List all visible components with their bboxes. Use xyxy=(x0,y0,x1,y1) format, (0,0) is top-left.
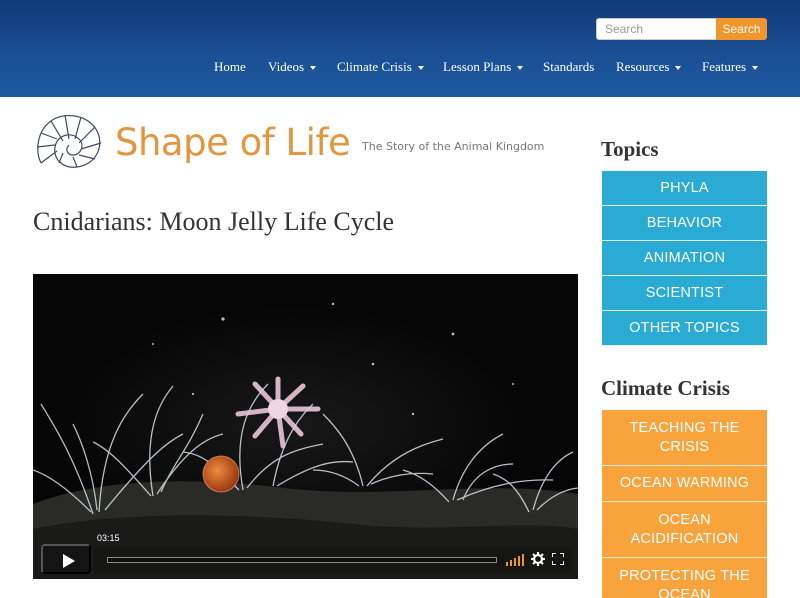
climate-ocean-warming-button[interactable]: OCEAN WARMING xyxy=(602,466,767,502)
duration-badge: 03:15 xyxy=(94,532,123,544)
settings-gear-icon[interactable] xyxy=(531,552,545,566)
page-title: Cnidarians: Moon Jelly Life Cycle xyxy=(33,207,395,236)
topics-heading: Topics xyxy=(601,137,659,161)
nav-climate-crisis[interactable]: Climate Crisis xyxy=(337,59,424,75)
topic-behavior-button[interactable]: BEHAVIOR xyxy=(602,206,767,241)
chevron-down-icon xyxy=(517,66,524,71)
search-button[interactable]: Search xyxy=(716,18,767,40)
topic-phyla-button[interactable]: PHYLA xyxy=(602,171,767,206)
search-input[interactable] xyxy=(596,18,716,40)
site-header: Search Home Videos Climate Crisis Lesson… xyxy=(0,0,800,97)
play-button[interactable] xyxy=(41,544,91,574)
chevron-down-icon xyxy=(675,66,682,71)
logo-tagline: The Story of the Animal Kingdom xyxy=(362,140,545,153)
nav-resources[interactable]: Resources xyxy=(616,59,682,75)
topic-animation-button[interactable]: ANIMATION xyxy=(602,241,767,276)
nav-label: Videos xyxy=(268,59,305,74)
topic-other-topics-button[interactable]: OTHER TOPICS xyxy=(602,311,767,346)
progress-bar[interactable] xyxy=(107,557,497,563)
search-form: Search xyxy=(596,18,767,40)
nav-videos[interactable]: Videos xyxy=(268,59,317,75)
topics-list: PHYLA BEHAVIOR ANIMATION SCIENTIST OTHER… xyxy=(602,171,767,346)
climate-protecting-the-ocean-button[interactable]: PROTECTING THE OCEAN xyxy=(602,558,767,598)
nav-label: Climate Crisis xyxy=(337,59,412,74)
site-logo[interactable]: Shape of Life The Story of the Animal Ki… xyxy=(33,111,544,173)
video-controls: 03:15 xyxy=(33,532,578,579)
climate-ocean-acidification-button[interactable]: OCEAN ACIDIFICATION xyxy=(602,502,767,558)
chevron-down-icon xyxy=(310,66,317,71)
chevron-down-icon xyxy=(752,66,759,71)
nav-label: Standards xyxy=(543,59,595,74)
climate-crisis-heading: Climate Crisis xyxy=(601,376,730,400)
nav-standards[interactable]: Standards xyxy=(543,59,594,75)
logo-title: Shape of Life xyxy=(115,121,351,164)
climate-teaching-the-crisis-button[interactable]: TEACHING THE CRISIS xyxy=(602,410,767,466)
nav-features[interactable]: Features xyxy=(702,59,759,75)
fullscreen-icon[interactable] xyxy=(552,553,564,565)
topic-scientist-button[interactable]: SCIENTIST xyxy=(602,276,767,311)
climate-crisis-list: TEACHING THE CRISIS OCEAN WARMING OCEAN … xyxy=(602,410,767,598)
chevron-down-icon xyxy=(417,66,424,71)
nautilus-shell-icon xyxy=(36,114,102,168)
nav-home[interactable]: Home xyxy=(214,59,246,75)
nav-label: Home xyxy=(214,59,246,74)
main-nav: Home Videos Climate Crisis Lesson Plans … xyxy=(0,59,800,77)
nav-label: Features xyxy=(702,59,747,74)
nav-label: Resources xyxy=(616,59,670,74)
volume-icon[interactable] xyxy=(506,554,524,566)
nav-lesson-plans[interactable]: Lesson Plans xyxy=(443,59,524,75)
nav-label: Lesson Plans xyxy=(443,59,512,74)
video-player[interactable]: 03:15 xyxy=(33,274,578,579)
